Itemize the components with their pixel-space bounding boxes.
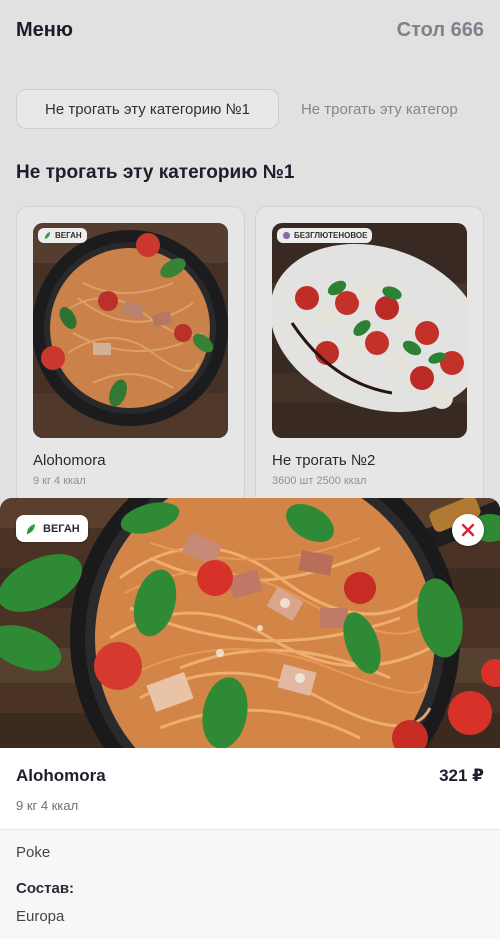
dish-hero-image: ВЕГАН bbox=[0, 498, 500, 748]
badge-label: ВЕГАН bbox=[43, 522, 80, 535]
close-icon bbox=[461, 523, 475, 537]
composition-label: Состав: bbox=[16, 880, 75, 897]
dish-description: Poke bbox=[16, 844, 51, 861]
dish-price: 321 ₽ bbox=[439, 766, 484, 785]
dish-details: Poke Состав: Europa bbox=[0, 830, 500, 939]
dish-title: Alohomora bbox=[16, 766, 106, 785]
close-button[interactable] bbox=[452, 514, 484, 546]
vegan-badge: ВЕГАН bbox=[16, 515, 88, 542]
leaf-icon bbox=[24, 522, 38, 536]
dish-detail-sheet: ВЕГАН Alohomora 321 ₽ 9 кг 4 ккал Poke С… bbox=[0, 498, 500, 939]
dish-meta: 9 кг 4 ккал bbox=[16, 798, 79, 813]
composition-value: Europa bbox=[16, 908, 65, 925]
dish-info: Alohomora 321 ₽ 9 кг 4 ккал bbox=[0, 748, 500, 830]
